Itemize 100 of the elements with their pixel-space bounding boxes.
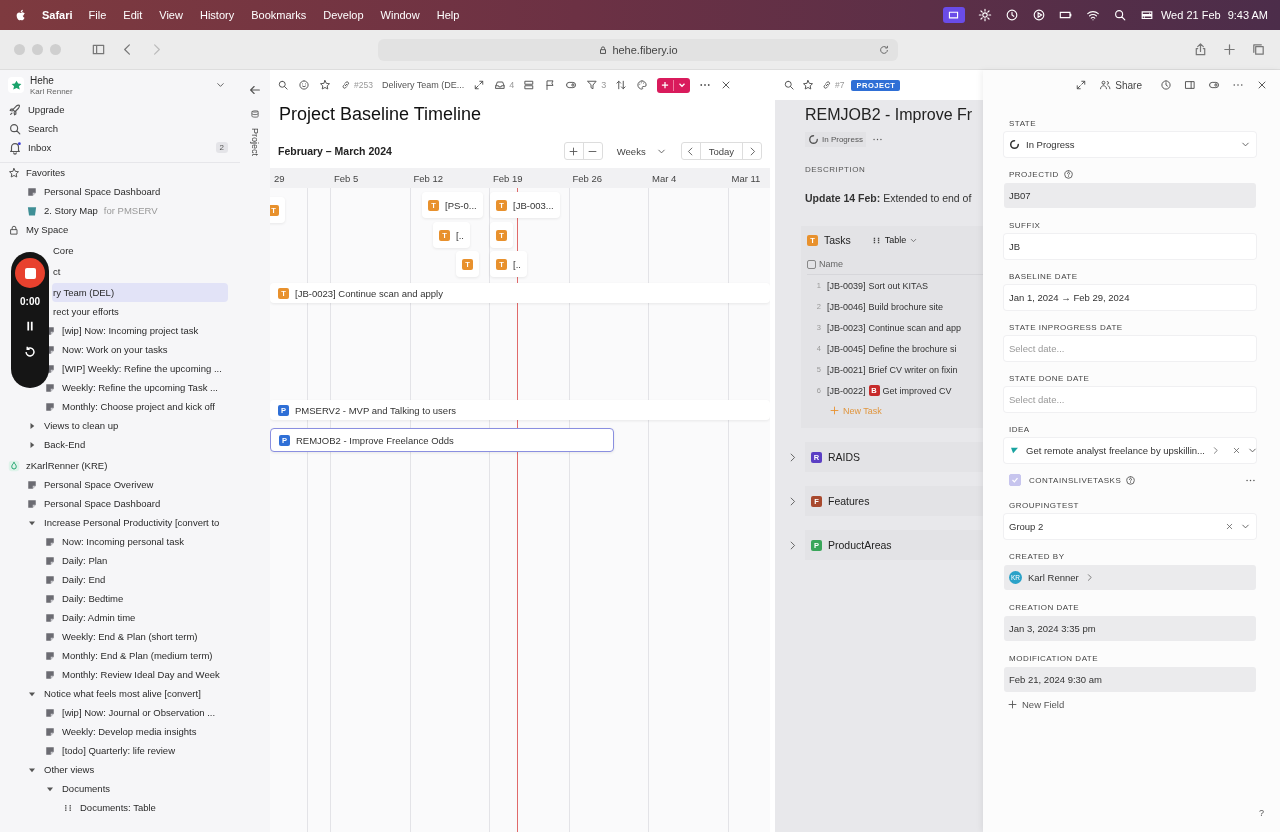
flag-icon[interactable] xyxy=(544,79,557,91)
star-icon[interactable] xyxy=(802,79,814,91)
menu-item[interactable]: History xyxy=(199,9,235,21)
restart-icon[interactable] xyxy=(23,345,37,359)
close-icon[interactable] xyxy=(1256,79,1268,91)
play-icon[interactable] xyxy=(1031,8,1046,22)
sidebar-icon[interactable] xyxy=(91,42,106,57)
menu-item[interactable]: Edit xyxy=(123,9,143,21)
back-icon[interactable] xyxy=(248,83,262,97)
task-id[interactable]: [JB-0023] xyxy=(827,322,866,333)
sidebar-item[interactable]: Personal Space Dashboard xyxy=(0,182,228,201)
palette-icon[interactable] xyxy=(636,79,649,91)
stop-button[interactable] xyxy=(15,258,45,288)
help-icon[interactable] xyxy=(1125,474,1137,486)
text-field[interactable]: Jan 3, 2024 3:35 pm xyxy=(1004,616,1256,641)
menu-item[interactable]: Bookmarks xyxy=(251,9,307,21)
menu-item[interactable]: Window xyxy=(380,9,420,21)
sort-icon[interactable] xyxy=(615,79,628,91)
nav-item[interactable]: Upgrade xyxy=(0,100,228,119)
task-id[interactable]: [JB-0045] xyxy=(827,343,866,354)
task-id[interactable]: [JB-0039] xyxy=(827,280,866,291)
sidebar-item[interactable]: rect your efforts xyxy=(52,302,228,321)
new-tab-icon[interactable] xyxy=(1222,42,1237,57)
breadcrumb[interactable]: Delivery Team (DE... xyxy=(381,80,465,90)
help-button[interactable]: ? xyxy=(1259,808,1264,818)
task-name[interactable]: Brief CV writer on fixin xyxy=(868,364,958,375)
sidebar-item[interactable]: Weekly: Develop media insights xyxy=(0,722,228,741)
clear-icon[interactable] xyxy=(1232,446,1241,455)
toggle-icon[interactable] xyxy=(1208,79,1220,91)
search-icon[interactable] xyxy=(277,79,289,91)
sidebar-item[interactable]: Documents: Table xyxy=(0,798,228,817)
sidebar-item[interactable]: Daily: Bedtime xyxy=(0,589,228,608)
sidebar-item[interactable]: Weekly: End & Plan (short term) xyxy=(0,627,228,646)
task-name[interactable]: Sort out KITAS xyxy=(868,280,928,291)
app-menu[interactable]: Safari xyxy=(42,9,73,21)
address-bar[interactable]: hehe.fibery.io xyxy=(378,38,898,61)
sidebar-item[interactable]: Daily: Admin time xyxy=(0,608,228,627)
sidebar-item[interactable]: Personal Space Overivew xyxy=(0,475,228,494)
sidebar-item[interactable]: 2. Story Map for PMSERV xyxy=(0,201,228,220)
view-dropdown[interactable]: Table xyxy=(870,234,919,246)
apple-logo-icon[interactable] xyxy=(14,8,28,22)
sidebar-item[interactable]: Back-End xyxy=(0,435,228,454)
share-button[interactable]: Share xyxy=(1099,79,1142,91)
date-field[interactable]: Select date... xyxy=(1004,387,1256,412)
gear-icon[interactable] xyxy=(977,8,992,22)
text-field[interactable]: Feb 21, 2024 9:30 am xyxy=(1004,667,1256,692)
task-name[interactable]: Get improved CV xyxy=(882,385,952,396)
relation-field[interactable]: Get remote analyst freelance by upskillin... xyxy=(1004,438,1256,463)
help-icon[interactable] xyxy=(1062,168,1074,180)
expand-icon[interactable] xyxy=(1075,79,1088,91)
clear-icon[interactable] xyxy=(1225,522,1234,531)
workspace-name[interactable]: Hehe xyxy=(30,74,73,86)
sidebar-item[interactable]: Weekly: Refine the upcoming Task ... xyxy=(0,378,228,397)
task-id[interactable]: [JB-0021] xyxy=(827,364,866,375)
sidebar-item[interactable]: Favorites xyxy=(0,163,228,182)
tabs-icon[interactable] xyxy=(1251,42,1266,57)
task-id[interactable]: [JB-0022] xyxy=(827,385,866,396)
sidebar-item[interactable]: ct xyxy=(52,262,228,281)
sidebar-item[interactable]: Monthly: End & Plan (medium term) xyxy=(0,646,228,665)
menu-item[interactable]: Help xyxy=(436,9,460,21)
sidebar-item[interactable]: Monthly: Review Ideal Day and Week xyxy=(0,665,228,684)
text-field[interactable]: JB07 xyxy=(1004,183,1256,208)
nav-item[interactable]: Inbox 2 xyxy=(0,138,228,157)
checkbox[interactable] xyxy=(1009,474,1021,486)
reload-icon[interactable] xyxy=(878,43,890,56)
scale-dropdown[interactable]: Weeks xyxy=(610,145,673,157)
sidebar-item[interactable]: [wip] Now: Journal or Observation ... xyxy=(0,703,228,722)
task-name[interactable]: Define the brochure si xyxy=(868,343,957,354)
select-field[interactable]: In Progress xyxy=(1004,132,1256,157)
expand-icon[interactable] xyxy=(473,79,486,91)
history-icon[interactable] xyxy=(1160,79,1172,91)
new-field-button[interactable]: New Field xyxy=(1004,699,1256,710)
sidebar-item[interactable]: Daily: End xyxy=(0,570,228,589)
sidebar-item[interactable]: Documents xyxy=(0,779,228,798)
sidebar-item[interactable]: ry Team (DEL) xyxy=(52,283,228,302)
smiley-icon[interactable] xyxy=(298,79,310,91)
toggle-icon[interactable] xyxy=(565,79,578,91)
panel-icon[interactable] xyxy=(1184,79,1196,91)
task-name[interactable]: Continue scan and app xyxy=(868,322,962,333)
clock-icon[interactable] xyxy=(1004,8,1019,22)
screen-record-icon[interactable] xyxy=(942,7,965,23)
select-all-checkbox[interactable] xyxy=(807,259,816,269)
text-field[interactable]: JB xyxy=(1004,234,1256,259)
sidebar-item[interactable]: Now: Incoming personal task xyxy=(0,532,228,551)
share-icon[interactable] xyxy=(1193,42,1208,57)
sidebar-item[interactable]: Daily: Plan xyxy=(0,551,228,570)
state-pill[interactable]: In Progress xyxy=(805,132,866,147)
sidebar-item[interactable]: Monthly: Choose project and kick off xyxy=(0,397,228,416)
search-icon[interactable] xyxy=(1112,8,1127,22)
nav-item[interactable]: Search xyxy=(0,119,228,138)
search-icon[interactable] xyxy=(783,79,795,91)
task-name[interactable]: Build brochure site xyxy=(868,301,944,312)
menu-item[interactable]: Develop xyxy=(323,9,364,21)
sidebar-item[interactable]: zKarlRenner (KRE) xyxy=(0,456,228,475)
text-field[interactable]: Jan 1, 2024 → Feb 29, 2024 xyxy=(1004,285,1256,310)
wifi-icon[interactable] xyxy=(1085,8,1100,22)
sidebar-item[interactable]: Increase Personal Productivity [convert to xyxy=(0,513,228,532)
sidebar-item[interactable]: Views to clean up xyxy=(0,416,228,435)
rows-icon[interactable] xyxy=(523,79,536,91)
control-center-icon[interactable] xyxy=(1139,8,1154,22)
